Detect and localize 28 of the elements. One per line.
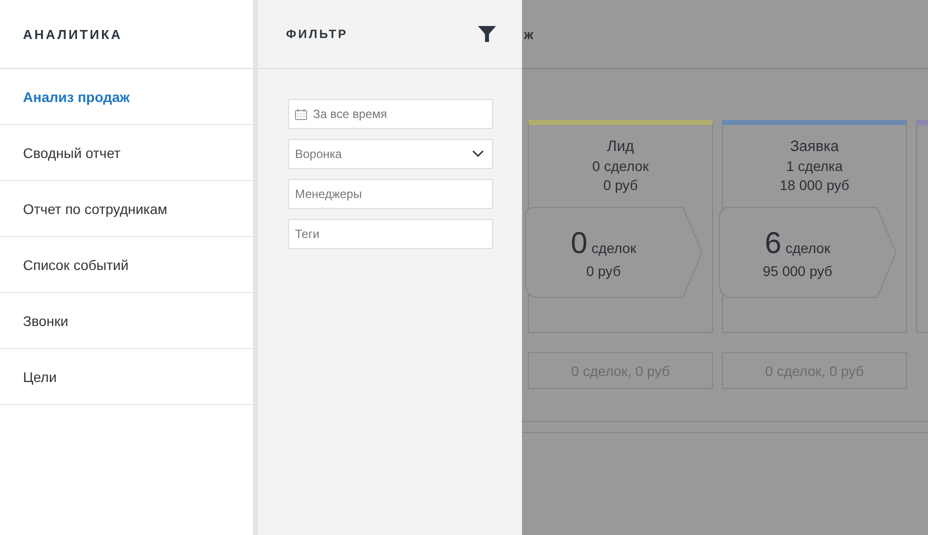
stage-name: Заявка: [790, 138, 839, 155]
input-field[interactable]: Менеджеры: [288, 179, 493, 209]
total-amount: 0 руб: [586, 262, 621, 278]
deal-count: 1 сделка: [786, 158, 843, 174]
sidebar-item[interactable]: Анализ продаж: [0, 69, 253, 125]
sidebar-item[interactable]: Список событий: [0, 237, 253, 293]
stage-name: Лид: [607, 138, 634, 155]
date-field[interactable]: За все время: [288, 99, 493, 129]
sidebar-item[interactable]: Сводный отчет: [0, 125, 253, 181]
sidebar-item[interactable]: Звонки: [0, 293, 253, 349]
deal-amount: 0 руб: [603, 177, 638, 193]
calendar-icon: [295, 109, 307, 120]
deal-count: 0 сделок: [592, 158, 649, 174]
sidebar-item[interactable]: Цели: [0, 349, 253, 405]
filter-icon[interactable]: [478, 25, 496, 43]
input-field[interactable]: Теги: [288, 219, 493, 249]
deal-amount: 18 000 руб: [780, 177, 850, 193]
page-title: ж: [524, 26, 536, 42]
filter-title: ФИЛЬТР: [286, 27, 348, 41]
funnel-dropdown[interactable]: Воронка: [288, 139, 493, 169]
chevron-down-icon: [472, 150, 484, 158]
total-unit: сделок: [785, 240, 830, 256]
total-count: 0: [570, 226, 588, 260]
sidebar-item[interactable]: Отчет по сотрудникам: [0, 181, 253, 237]
total-count: 6: [764, 226, 782, 260]
sidebar-title: АНАЛИТИКА: [23, 26, 122, 42]
total-amount: 95 000 руб: [762, 262, 832, 278]
total-unit: сделок: [591, 240, 636, 256]
